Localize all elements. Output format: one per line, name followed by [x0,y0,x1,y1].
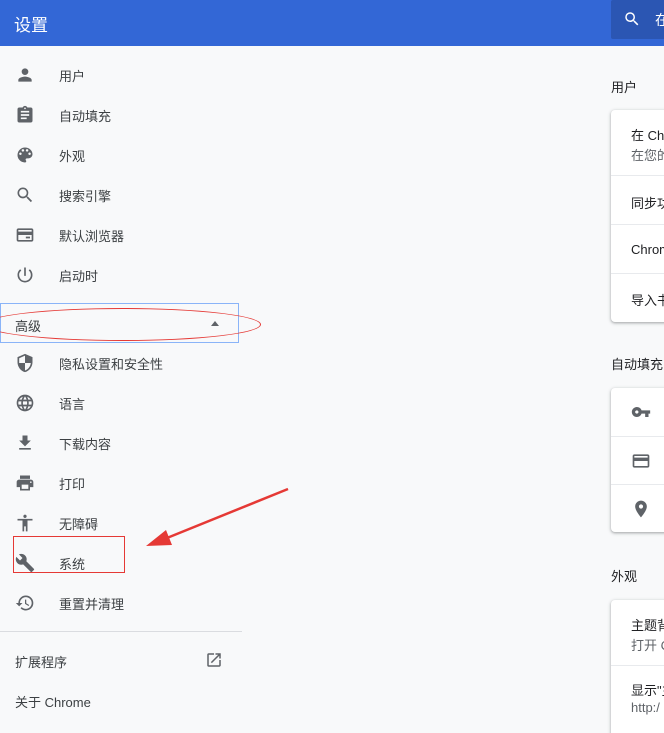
row-title: 显示"主 [631,683,664,698]
red-arrow-annotation [146,487,289,546]
palette-icon [15,145,35,165]
advanced-toggle[interactable]: 高级 [0,303,239,343]
people-card: 在 Chr 在您的 同步功 Chrom 导入书 [611,110,664,322]
person-icon [15,65,35,85]
location-pin-icon [631,499,651,519]
sidebar-divider [0,631,242,632]
list-item[interactable] [611,436,664,485]
list-item[interactable]: 导入书 [611,273,664,323]
sidebar-item-default-browser[interactable]: 默认浏览器 [0,214,242,254]
sidebar-item-label: 启动时 [59,269,99,284]
appearance-card: 主题背 打开 C 显示"主 http:/ [611,600,664,733]
sidebar-item-label: 自动填充 [59,109,112,124]
key-icon [631,402,651,422]
accessibility-icon [15,513,35,533]
sidebar-item-people[interactable]: 用户 [0,54,242,94]
advanced-label: 高级 [15,319,42,334]
row-subtitle: 打开 C [631,638,664,653]
row-subtitle: 在您的 [631,148,664,163]
sidebar-item-search-engine[interactable]: 搜索引擎 [0,174,242,214]
wrench-icon [15,553,35,573]
extensions-label: 扩展程序 [15,655,68,670]
sidebar-item-reset[interactable]: 重置并清理 [0,582,242,622]
sidebar-item-label: 搜索引擎 [59,189,112,204]
list-item[interactable]: 同步功 [611,175,664,225]
list-item[interactable]: 主题背 打开 C [611,600,664,665]
top-bar: 设置 在 [0,0,664,46]
page-title: 设置 [14,16,48,35]
sidebar-item-about[interactable]: 关于 Chrome [15,692,91,711]
open-in-new-icon [205,651,223,669]
globe-icon [15,393,35,413]
autofill-card [611,388,664,532]
section-title-people: 用户 [611,80,638,95]
main-content: 用户 在 Chr 在您的 同步功 Chrom 导入书 自动填充 外观 主题背 打… [600,46,664,733]
section-title-autofill: 自动填充 [611,357,664,372]
row-title: 主题背 [631,618,664,633]
row-title: Chrom [631,242,664,257]
sidebar-item-downloads[interactable]: 下载内容 [0,422,242,462]
credit-card-icon [631,451,651,471]
sidebar-item-autofill[interactable]: 自动填充 [0,94,242,134]
printer-icon [15,473,35,493]
search-icon [623,10,641,28]
list-item[interactable] [611,484,664,533]
caret-up-icon [211,321,219,326]
sidebar-item-languages[interactable]: 语言 [0,382,242,422]
section-title-appearance: 外观 [611,569,638,584]
list-item[interactable]: 显示"主 http:/ [611,665,664,731]
restore-icon [15,593,35,613]
search-box[interactable]: 在 [611,0,664,39]
sidebar: 用户 自动填充 外观 搜索引擎 默认浏览器 启动时 高级 隐私设置和安全性 语言… [0,46,261,733]
list-item[interactable]: Chrom [611,224,664,274]
sidebar-item-label: 打印 [59,477,86,492]
sidebar-item-appearance[interactable]: 外观 [0,134,242,174]
list-item[interactable]: 在 Chr 在您的 [611,110,664,175]
sidebar-item-privacy[interactable]: 隐私设置和安全性 [0,342,242,382]
browser-window-icon [15,225,35,245]
row-title: 同步功 [631,196,664,211]
sidebar-item-on-startup[interactable]: 启动时 [0,254,242,294]
sidebar-item-label: 默认浏览器 [59,229,125,244]
row-title: 在 Chr [631,128,664,143]
sidebar-item-label: 系统 [59,557,86,572]
sidebar-item-label: 用户 [59,69,86,84]
sidebar-item-label: 外观 [59,149,86,164]
row-title: 导入书 [631,293,664,308]
sidebar-item-label: 重置并清理 [59,597,125,612]
shield-icon [15,353,35,373]
sidebar-item-extensions[interactable]: 扩展程序 [0,640,242,680]
power-icon [15,265,35,285]
clipboard-icon [15,105,35,125]
list-item[interactable] [611,388,664,436]
search-icon [15,185,35,205]
sidebar-item-label: 下载内容 [59,437,112,452]
sidebar-item-label: 隐私设置和安全性 [59,357,164,372]
sidebar-item-label: 语言 [59,397,86,412]
download-icon [15,433,35,453]
row-subtitle: http:/ [631,700,660,715]
sidebar-item-label: 无障碍 [59,517,99,532]
search-placeholder: 在 [655,12,664,28]
